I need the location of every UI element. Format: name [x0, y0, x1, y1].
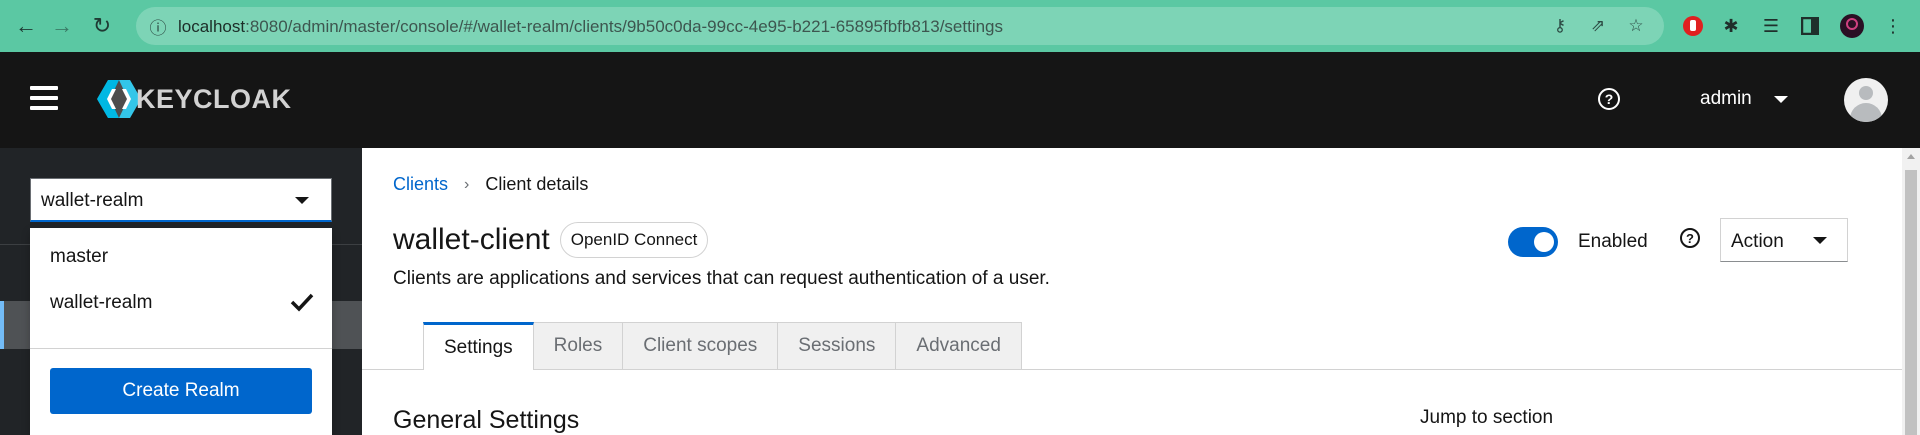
browser-menu-icon[interactable]: ⋮	[1880, 13, 1906, 39]
tab-settings[interactable]: Settings	[423, 322, 534, 370]
realm-option-label: master	[50, 246, 109, 267]
enabled-label: Enabled	[1578, 231, 1648, 252]
keycloak-logo[interactable]: KEYCLOAK	[96, 78, 292, 120]
profile-avatar-icon[interactable]	[1839, 13, 1865, 39]
tab-advanced[interactable]: Advanced	[896, 322, 1022, 370]
page-title: wallet-client	[393, 223, 550, 256]
chevron-down-icon	[295, 197, 309, 204]
app-header: KEYCLOAK ? admin	[0, 52, 1920, 148]
logo-text: KEYCLOAK	[136, 83, 292, 114]
hamburger-menu-icon[interactable]	[30, 86, 58, 110]
breadcrumb: Clients › Client details	[393, 174, 588, 195]
side-panel-icon[interactable]	[1797, 13, 1823, 39]
title-row: wallet-client OpenID Connect	[393, 222, 709, 258]
scroll-thumb[interactable]	[1905, 170, 1917, 435]
action-label: Action	[1731, 231, 1784, 252]
url-path: :8080/admin/master/console/#/wallet-real…	[245, 17, 1004, 36]
reload-icon[interactable]: ↻	[88, 12, 116, 40]
client-tabs: Settings Roles Client scopes Sessions Ad…	[423, 322, 1022, 370]
help-icon[interactable]: ?	[1680, 228, 1700, 248]
jump-to-section-label: Jump to section	[1420, 407, 1554, 428]
realm-option-wallet-realm[interactable]: wallet-realm	[30, 280, 332, 326]
checkmark-icon	[290, 293, 314, 312]
create-realm-button[interactable]: Create Realm	[50, 368, 312, 414]
enabled-toggle[interactable]	[1508, 227, 1558, 257]
realm-option-label: wallet-realm	[50, 292, 153, 313]
bookmark-star-icon[interactable]: ☆	[1626, 16, 1646, 36]
extensions-puzzle-icon[interactable]: ✱	[1718, 13, 1744, 39]
tab-client-scopes[interactable]: Client scopes	[623, 322, 779, 370]
share-icon[interactable]: ⇗	[1588, 16, 1608, 36]
back-arrow-icon[interactable]: ←	[12, 12, 40, 40]
protocol-badge: OpenID Connect	[559, 222, 709, 258]
sidebar: wallet-realm master wallet-realm Create …	[0, 148, 362, 435]
browser-toolbar: ← → ↻ ⓘ localhost:8080/admin/master/cons…	[0, 0, 1920, 52]
help-icon[interactable]: ?	[1598, 88, 1620, 110]
extension-red-hand-icon[interactable]	[1680, 13, 1706, 39]
action-dropdown[interactable]: Action	[1720, 218, 1848, 262]
scrollbar[interactable]	[1902, 148, 1920, 435]
tab-sessions[interactable]: Sessions	[778, 322, 897, 370]
realm-selector[interactable]: wallet-realm	[30, 178, 332, 222]
avatar[interactable]	[1844, 78, 1888, 122]
site-info-icon[interactable]: ⓘ	[148, 16, 168, 38]
chevron-right-icon: ›	[464, 175, 470, 193]
media-control-icon[interactable]: ☰	[1758, 13, 1784, 39]
section-title: General Settings	[393, 406, 580, 434]
chevron-down-icon	[1773, 95, 1788, 103]
url-host: localhost	[178, 17, 246, 36]
forward-arrow-icon[interactable]: →	[48, 12, 76, 40]
breadcrumb-current: Client details	[485, 174, 589, 194]
tab-roles[interactable]: Roles	[533, 322, 624, 370]
menu-divider	[30, 348, 332, 349]
scroll-up-arrow-icon[interactable]	[1907, 154, 1915, 159]
realm-selector-value: wallet-realm	[41, 190, 144, 211]
user-dropdown[interactable]: admin	[1700, 88, 1788, 110]
url-text[interactable]: localhost:8080/admin/master/console/#/wa…	[178, 17, 1003, 37]
realm-dropdown-menu: master wallet-realm Create Realm	[30, 228, 332, 435]
sidebar-active-indicator	[0, 301, 4, 349]
key-icon[interactable]: ⚷	[1550, 16, 1570, 36]
realm-option-master[interactable]: master	[30, 234, 332, 280]
breadcrumb-clients-link[interactable]: Clients	[393, 174, 448, 195]
main-content	[362, 148, 1902, 435]
address-bar[interactable]: ⓘ localhost:8080/admin/master/console/#/…	[136, 7, 1664, 45]
chevron-down-icon	[1813, 237, 1827, 244]
page-description: Clients are applications and services th…	[393, 268, 1050, 289]
user-name: admin	[1700, 88, 1752, 109]
